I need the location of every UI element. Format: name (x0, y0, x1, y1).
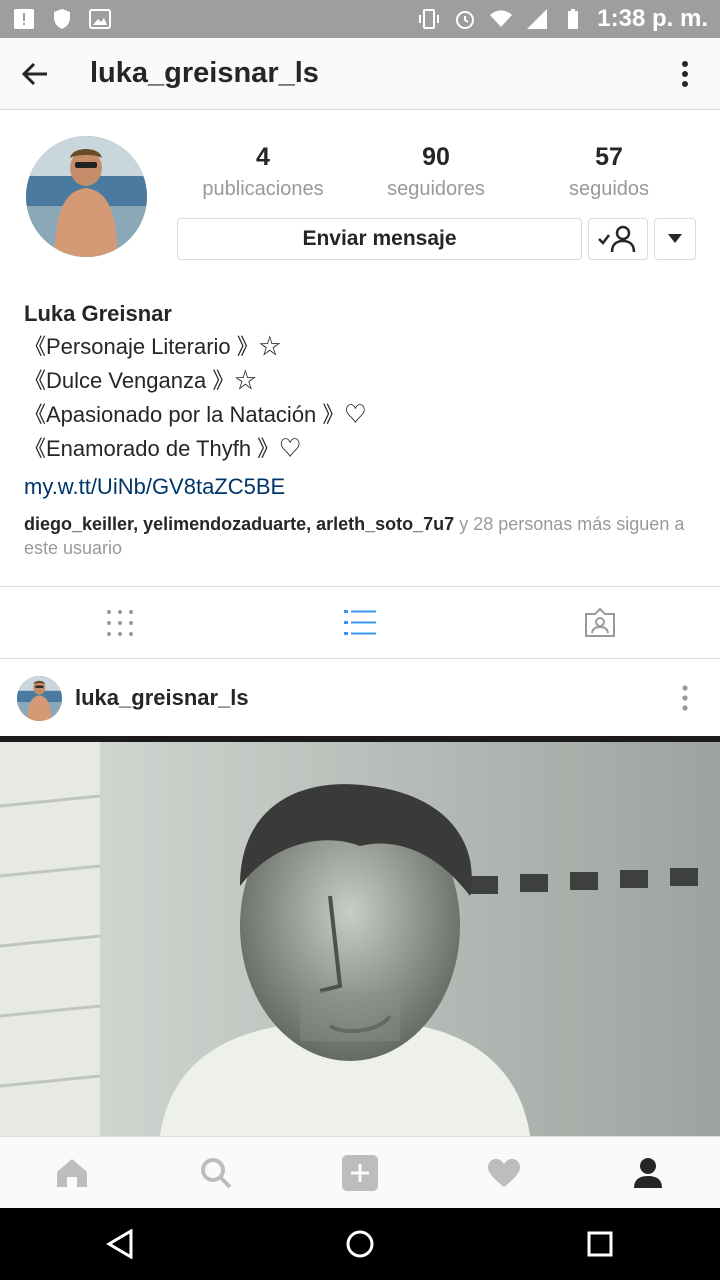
following-button[interactable] (588, 218, 648, 260)
list-icon (344, 609, 376, 635)
more-options-button[interactable] (650, 38, 720, 110)
system-navigation (0, 1208, 720, 1280)
system-back-button[interactable] (80, 1208, 160, 1280)
profile-avatar[interactable] (26, 136, 147, 257)
nav-activity[interactable] (432, 1137, 576, 1208)
user-check-icon (598, 225, 636, 253)
profile-link[interactable]: my.w.tt/UiNb/GV8taZC5BE (24, 470, 704, 504)
vibrate-icon (417, 7, 441, 31)
more-vertical-icon (682, 60, 688, 87)
battery-icon (561, 7, 585, 31)
heart-icon (488, 1158, 520, 1187)
grid-icon (107, 609, 133, 636)
profile-tabs (0, 586, 720, 659)
post-username[interactable]: luka_greisnar_ls (75, 685, 249, 711)
bio-line: 《Apasionado por la Natación 》♡ (24, 402, 367, 427)
header-username: luka_greisnar_ls (90, 57, 319, 89)
stat-posts-value: 4 (256, 143, 270, 171)
back-button[interactable] (0, 38, 70, 110)
home-icon (57, 1158, 87, 1187)
tagged-icon (585, 607, 615, 637)
stat-posts-label: publicaciones (202, 178, 324, 200)
nav-home[interactable] (0, 1137, 144, 1208)
stat-following-label: seguidos (568, 178, 650, 200)
status-time: 1:38 p. m. (597, 5, 708, 32)
nav-search[interactable] (144, 1137, 288, 1208)
wifi-icon (489, 7, 513, 31)
bio-line: 《Dulce Venganza 》☆ (24, 368, 257, 393)
followed-by-text[interactable]: diego_keiller, yelimendozaduarte, arleth… (24, 512, 704, 560)
search-icon (201, 1157, 232, 1188)
nav-add[interactable] (288, 1137, 432, 1208)
tab-tagged[interactable] (480, 587, 720, 658)
circle-home-icon (346, 1230, 374, 1258)
tab-list[interactable] (240, 587, 480, 658)
post-avatar[interactable] (17, 675, 62, 721)
post-image[interactable] (0, 736, 720, 1136)
post-options-button[interactable] (650, 660, 720, 736)
signal-icon (525, 7, 549, 31)
tab-grid[interactable] (0, 587, 240, 658)
stat-following[interactable]: 57 seguidos (524, 143, 694, 201)
profile-icon (634, 1157, 662, 1188)
add-post-icon (342, 1154, 378, 1191)
back-arrow-icon (21, 62, 47, 85)
profile-name: Luka Greisnar (24, 301, 172, 326)
follower-user[interactable]: yelimendozaduarte (143, 514, 306, 534)
more-vertical-icon (682, 685, 688, 711)
shield-icon (50, 7, 74, 31)
system-home-button[interactable] (320, 1208, 400, 1280)
suggestions-dropdown-button[interactable] (654, 218, 696, 260)
caret-down-icon (668, 234, 682, 243)
post-header: luka_greisnar_ls (0, 660, 720, 736)
stat-posts[interactable]: 4 publicaciones (178, 143, 348, 201)
send-message-button[interactable]: Enviar mensaje (177, 218, 582, 260)
alert-icon (12, 7, 36, 31)
stat-followers-label: seguidores (387, 178, 485, 200)
profile-bio: Luka Greisnar 《Personaje Literario 》☆ 《D… (24, 298, 704, 560)
bio-line: 《Personaje Literario 》☆ (24, 334, 281, 359)
app-header: luka_greisnar_ls (0, 38, 720, 110)
system-recents-button[interactable] (560, 1208, 640, 1280)
bottom-navigation (0, 1136, 720, 1208)
stat-followers-value: 90 (422, 143, 450, 171)
stat-following-value: 57 (595, 143, 623, 171)
follower-user[interactable]: diego_keiller (24, 514, 133, 534)
triangle-back-icon (106, 1229, 133, 1259)
nav-profile[interactable] (576, 1137, 720, 1208)
follower-user[interactable]: arleth_soto_7u7 (316, 514, 454, 534)
alarm-icon (453, 7, 477, 31)
bio-line: 《Enamorado de Thyfh 》♡ (24, 436, 302, 461)
square-recents-icon (587, 1231, 613, 1257)
image-icon (88, 7, 112, 31)
status-bar: 1:38 p. m. (0, 0, 720, 38)
stat-followers[interactable]: 90 seguidores (351, 143, 521, 201)
